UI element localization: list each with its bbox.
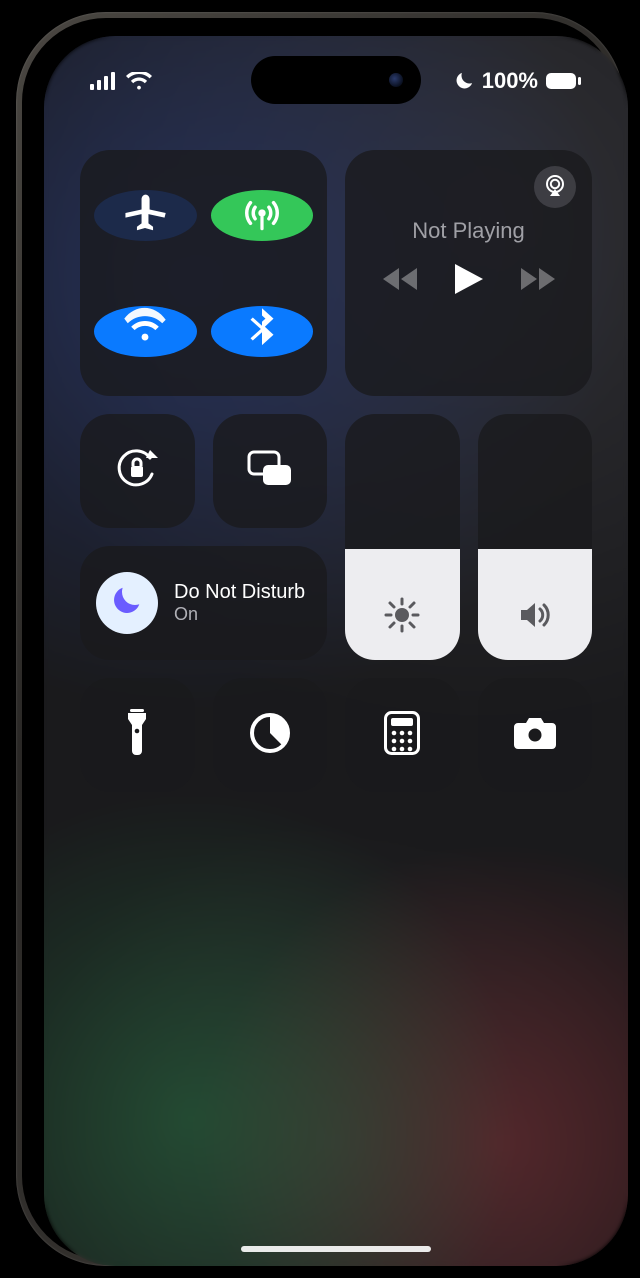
orientation-lock-toggle[interactable]: [80, 414, 195, 528]
airplane-mode-toggle[interactable]: [94, 190, 197, 241]
wifi-icon: [122, 306, 168, 357]
dynamic-island: [251, 56, 421, 104]
timer-button[interactable]: [213, 678, 328, 792]
wifi-icon: [126, 72, 152, 90]
calculator-button[interactable]: [345, 678, 460, 792]
play-button[interactable]: [455, 264, 483, 299]
volume-slider[interactable]: [478, 414, 593, 660]
brightness-slider[interactable]: [345, 414, 460, 660]
device-frame: 100%: [16, 12, 624, 1266]
media-controls: [383, 264, 555, 299]
battery-icon: [546, 72, 582, 90]
next-track-button[interactable]: [521, 268, 555, 295]
timer-icon: [248, 711, 292, 760]
antenna-icon: [239, 190, 285, 241]
orientation-lock-icon: [112, 444, 162, 499]
cellular-signal-icon: [90, 72, 118, 90]
focus-toggle[interactable]: Do Not Disturb On: [80, 546, 327, 660]
forward-icon: [521, 277, 555, 294]
airplay-icon: [543, 173, 567, 202]
focus-title: Do Not Disturb: [174, 580, 305, 604]
media-title: Not Playing: [412, 218, 525, 244]
calculator-icon: [384, 711, 420, 760]
play-icon: [455, 281, 483, 298]
bluetooth-icon: [239, 306, 285, 357]
connectivity-module[interactable]: [80, 150, 327, 396]
airplane-icon: [122, 190, 168, 241]
previous-track-button[interactable]: [383, 268, 417, 295]
cellular-data-toggle[interactable]: [211, 190, 314, 241]
screen-mirroring-icon: [245, 449, 295, 494]
focus-status: On: [174, 604, 305, 626]
bluetooth-toggle[interactable]: [211, 306, 314, 357]
flashlight-button[interactable]: [80, 678, 195, 792]
backward-icon: [383, 277, 417, 294]
battery-percent: 100%: [482, 68, 538, 94]
focus-badge: [96, 572, 158, 634]
focus-status-icon: [454, 71, 474, 91]
control-center: Not Playing: [80, 150, 592, 792]
home-indicator[interactable]: [241, 1246, 431, 1252]
screen: 100%: [44, 36, 628, 1266]
wifi-toggle[interactable]: [94, 306, 197, 357]
camera-button[interactable]: [478, 678, 593, 792]
screen-mirroring-button[interactable]: [213, 414, 328, 528]
camera-icon: [512, 715, 558, 756]
airplay-button[interactable]: [534, 166, 576, 208]
flashlight-icon: [122, 709, 152, 762]
media-module[interactable]: Not Playing: [345, 150, 592, 396]
moon-icon: [110, 584, 144, 623]
